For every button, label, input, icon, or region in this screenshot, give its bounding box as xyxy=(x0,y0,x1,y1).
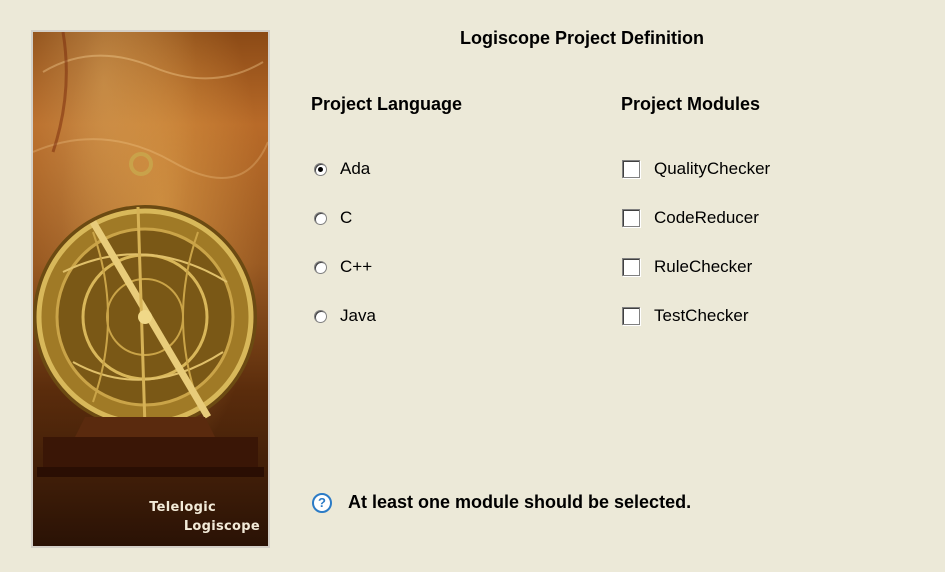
checkbox-qualitychecker[interactable] xyxy=(622,160,640,178)
banner-line-1: Telelogic xyxy=(149,500,216,515)
checkbox-rulechecker[interactable] xyxy=(622,258,640,276)
project-modules-heading: Project Modules xyxy=(621,94,761,114)
radio-cpp[interactable] xyxy=(314,260,327,274)
project-language-heading: Project Language xyxy=(311,94,463,114)
checkbox-codereducer[interactable] xyxy=(622,209,640,227)
question-icon: ? xyxy=(312,492,332,513)
module-option-qualitychecker[interactable]: QualityChecker xyxy=(622,158,770,180)
language-label-c: C xyxy=(340,208,353,227)
language-option-java[interactable]: Java xyxy=(311,305,376,327)
radio-java[interactable] xyxy=(314,309,327,323)
language-label-ada: Ada xyxy=(340,159,371,178)
module-option-testchecker[interactable]: TestChecker xyxy=(622,305,748,327)
radio-c[interactable] xyxy=(314,211,327,225)
module-option-rulechecker[interactable]: RuleChecker xyxy=(622,256,752,278)
product-banner-image: Telelogic Logiscope xyxy=(31,30,270,548)
module-label-rulechecker: RuleChecker xyxy=(654,257,753,276)
radio-ada[interactable] xyxy=(314,162,327,176)
language-label-cpp: C++ xyxy=(340,257,373,276)
language-label-java: Java xyxy=(340,306,376,325)
validation-note-text: At least one module should be selected. xyxy=(348,492,692,512)
checkbox-testchecker[interactable] xyxy=(622,307,640,325)
astrolabe-illustration xyxy=(33,32,268,477)
validation-note: ? At least one module should be selected… xyxy=(312,492,691,513)
language-option-cpp[interactable]: C++ xyxy=(311,256,372,278)
banner-line-2: Logiscope xyxy=(183,519,260,534)
banner-caption: Telelogic Logiscope xyxy=(149,498,260,536)
module-option-codereducer[interactable]: CodeReducer xyxy=(622,207,759,229)
module-label-codereducer: CodeReducer xyxy=(654,208,759,227)
module-label-qualitychecker: QualityChecker xyxy=(654,159,771,178)
module-label-testchecker: TestChecker xyxy=(654,306,749,325)
language-option-ada[interactable]: Ada xyxy=(311,158,370,180)
language-option-c[interactable]: C xyxy=(311,207,352,229)
page-title: Logiscope Project Definition xyxy=(460,28,705,48)
